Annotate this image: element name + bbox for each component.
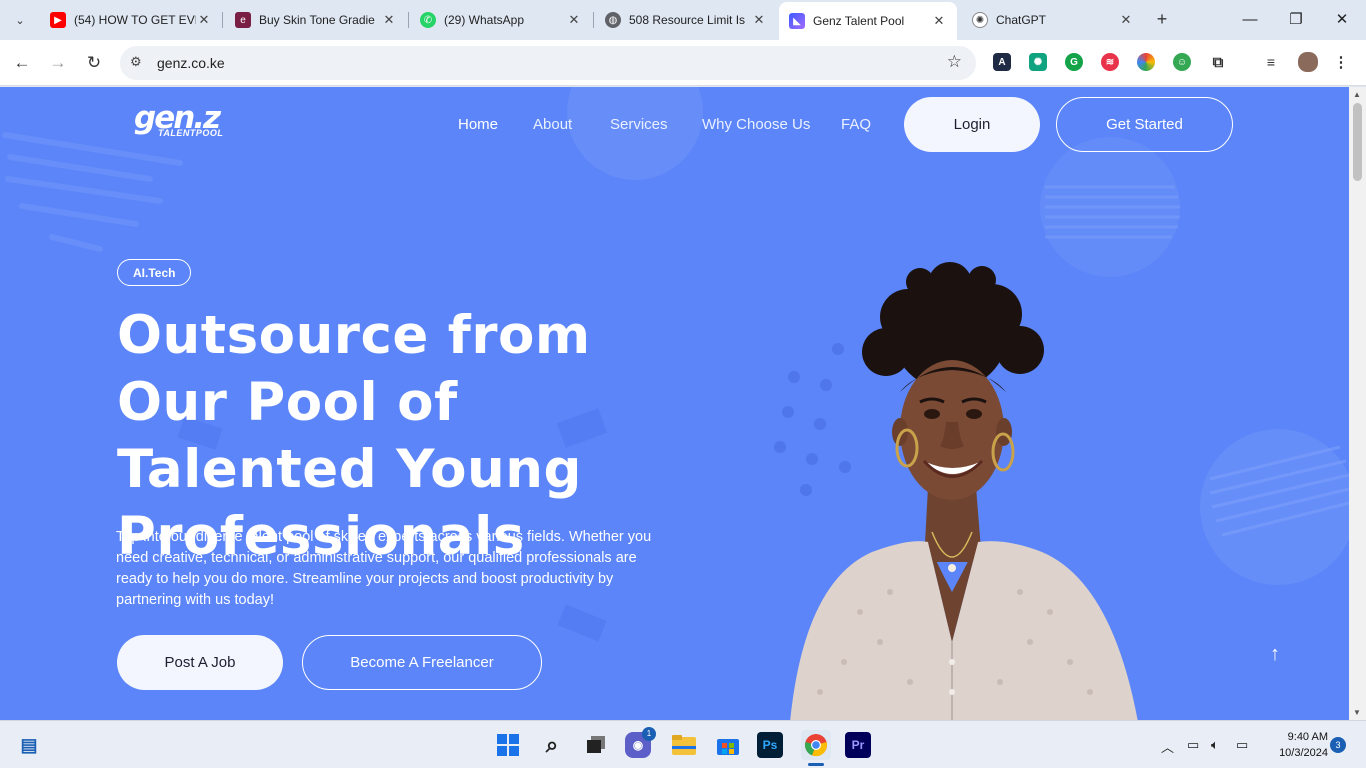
address-bar[interactable]: ⚙ genz.co.ke ☆ <box>120 46 976 80</box>
hero-portrait-image <box>790 262 1138 720</box>
tab-search-button[interactable]: ⌄ <box>8 8 32 32</box>
windows-logo-icon <box>497 734 519 756</box>
volume-icon[interactable]: 🔈︎ <box>1211 737 1219 753</box>
store-glyph <box>717 739 739 755</box>
nav-why-choose-us[interactable]: Why Choose Us <box>702 116 810 133</box>
media-control-icon[interactable]: ≡ <box>1262 53 1280 71</box>
page-scrollbar[interactable]: ▲ ▼ <box>1349 87 1366 720</box>
close-tab-icon[interactable]: ✕ <box>1118 12 1134 28</box>
battery-icon[interactable]: ▭ <box>1236 737 1248 753</box>
scroll-up-icon[interactable]: ▲ <box>1353 90 1361 99</box>
scroll-to-top-icon[interactable]: ↑ <box>1270 643 1280 666</box>
start-button[interactable] <box>493 730 523 760</box>
bookmark-star-icon[interactable]: ☆ <box>947 52 962 72</box>
menu-kebab-icon[interactable]: ⋮ <box>1332 53 1350 71</box>
extensions-puzzle-icon[interactable]: ⧉ <box>1209 53 1227 71</box>
tab-title: 508 Resource Limit Is <box>629 13 746 27</box>
close-tab-icon[interactable]: ✕ <box>751 12 767 28</box>
extension-a-icon[interactable]: A <box>993 53 1011 71</box>
microsoft-store-icon[interactable] <box>713 730 743 760</box>
scrollbar-thumb[interactable] <box>1353 103 1362 181</box>
clock-date: 10/3/2024 <box>1279 747 1328 759</box>
close-window-icon[interactable]: ✕ <box>1330 8 1354 32</box>
whatsapp-icon: ✆ <box>420 12 436 28</box>
new-tab-button[interactable]: + <box>1150 8 1174 32</box>
system-clock[interactable]: 9:40 AM 10/3/2024 <box>1262 729 1328 761</box>
chatgpt-icon: ✺ <box>972 12 988 28</box>
tab-title: ChatGPT <box>996 13 1047 27</box>
post-job-button[interactable]: Post A Job <box>117 635 283 690</box>
teams-unread-badge: 1 <box>642 727 656 741</box>
ai-tech-badge: AI.Tech <box>117 259 192 286</box>
tab-title: (29) WhatsApp <box>444 13 525 27</box>
hero-description: Tap into our diverse talent pool of skil… <box>116 529 652 608</box>
chrome-active-indicator <box>808 763 824 766</box>
genz-logo[interactable]: gen.z TALENTPOOL <box>134 103 234 147</box>
nav-services[interactable]: Services <box>610 116 668 133</box>
search-icon[interactable]: ⌕ <box>537 730 567 760</box>
close-tab-icon[interactable]: ✕ <box>196 12 212 28</box>
grammarly-icon[interactable]: G <box>1065 53 1083 71</box>
scroll-down-icon[interactable]: ▼ <box>1353 708 1361 717</box>
get-started-button[interactable]: Get Started <box>1056 97 1233 152</box>
globe-icon: ◍ <box>605 12 621 28</box>
extension-green-icon[interactable]: ☺ <box>1173 53 1191 71</box>
photoshop-icon[interactable]: Ps <box>757 732 783 758</box>
genz-icon: ◣ <box>789 13 805 29</box>
restore-icon[interactable]: ❐ <box>1284 8 1308 32</box>
tab-genz-active[interactable]: ◣ Genz Talent Pool ✕ <box>779 2 957 40</box>
close-tab-icon[interactable]: ✕ <box>381 12 397 28</box>
browser-toolbar: ← → ↻ ⚙ genz.co.ke ☆ A ✺ G ≋ ☺ ⧉ ≡ ⋮ <box>0 40 1366 86</box>
tab-title: Buy Skin Tone Gradie <box>259 13 375 27</box>
forward-icon[interactable]: → <box>45 50 71 76</box>
logo-subtitle: TALENTPOOL <box>158 128 224 138</box>
tab-chatgpt[interactable]: ✺ ChatGPT ✕ <box>962 4 1144 36</box>
clock-time: 9:40 AM <box>1287 731 1328 743</box>
become-freelancer-button[interactable]: Become A Freelancer <box>302 635 542 690</box>
chevron-down-icon: ⌄ <box>15 14 25 27</box>
windows-taskbar: ▤ ⌕ ◉ Ps Pr ︿ ▭ 🔈︎ ▭ 9:40 AM 10/3/2024 3 <box>0 720 1366 768</box>
task-view-glyph <box>587 736 605 753</box>
nav-home[interactable]: Home <box>458 116 498 133</box>
envato-icon: e <box>235 12 251 28</box>
extension-red-icon[interactable]: ≋ <box>1101 53 1119 71</box>
tab-resource-limit[interactable]: ◍ 508 Resource Limit Is ✕ <box>595 4 777 36</box>
display-icon[interactable]: ▭ <box>1187 737 1199 753</box>
close-tab-icon[interactable]: ✕ <box>566 12 582 28</box>
chevron-up-icon[interactable]: ︿ <box>1161 737 1174 756</box>
profile-avatar[interactable] <box>1298 52 1318 72</box>
site-settings-icon[interactable]: ⚙ <box>130 54 142 70</box>
page-viewport: gen.z TALENTPOOL Home About Services Why… <box>0 87 1349 720</box>
tab-envato[interactable]: e Buy Skin Tone Gradie ✕ <box>225 4 407 36</box>
premiere-pro-icon[interactable]: Pr <box>845 732 871 758</box>
tab-strip: ⌄ ▶ (54) HOW TO GET EVE ✕ e Buy Skin Ton… <box>0 0 1366 40</box>
file-explorer-icon[interactable] <box>669 730 699 760</box>
nav-about[interactable]: About <box>533 116 572 133</box>
close-tab-icon[interactable]: ✕ <box>931 13 947 29</box>
tab-title: (54) HOW TO GET EVE <box>74 13 196 27</box>
reload-icon[interactable]: ↻ <box>81 50 107 76</box>
youtube-icon: ▶ <box>50 12 66 28</box>
tab-separator <box>408 12 409 28</box>
nav-faq[interactable]: FAQ <box>841 116 871 133</box>
tab-title: Genz Talent Pool <box>813 14 905 28</box>
minimize-icon[interactable]: — <box>1238 8 1262 32</box>
widgets-icon[interactable]: ▤ <box>14 730 44 760</box>
tab-whatsapp[interactable]: ✆ (29) WhatsApp ✕ <box>410 4 592 36</box>
url-text[interactable]: genz.co.ke <box>157 55 225 71</box>
task-view-icon[interactable] <box>581 730 611 760</box>
login-button[interactable]: Login <box>904 97 1040 152</box>
folder-glyph <box>672 735 696 755</box>
tab-youtube[interactable]: ▶ (54) HOW TO GET EVE ✕ <box>40 4 222 36</box>
extension-gpt-icon[interactable]: ✺ <box>1029 53 1047 71</box>
color-picker-icon[interactable] <box>1137 53 1155 71</box>
chrome-icon[interactable] <box>801 730 831 760</box>
back-icon[interactable]: ← <box>9 50 35 76</box>
notification-badge[interactable]: 3 <box>1330 737 1346 753</box>
tab-separator <box>222 12 223 28</box>
tab-separator <box>593 12 594 28</box>
chrome-glyph <box>805 734 827 757</box>
